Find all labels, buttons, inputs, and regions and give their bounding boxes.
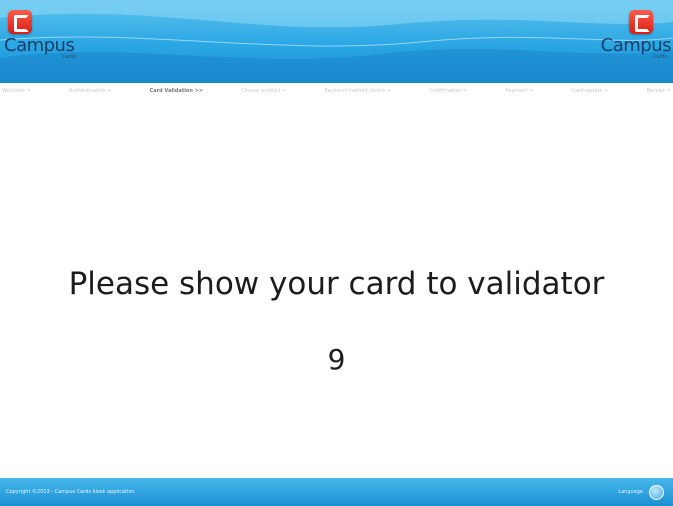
step-confirmation: Confirmation > bbox=[429, 88, 468, 94]
header-wave-decoration bbox=[0, 0, 673, 83]
step-receipt: Receipt > bbox=[646, 88, 671, 94]
logo-text: Campus bbox=[600, 35, 672, 56]
step-authentication: Authentication > bbox=[68, 88, 112, 94]
logo-text: Campus bbox=[4, 35, 75, 56]
language-link[interactable]: Language bbox=[618, 489, 643, 495]
step-card-update: Card update > bbox=[571, 88, 609, 94]
campus-logo-icon bbox=[629, 10, 653, 34]
step-payment: Payment > bbox=[505, 88, 534, 94]
validator-instruction: Please show your card to validator bbox=[68, 266, 605, 302]
step-welcome: Welcome > bbox=[2, 88, 31, 94]
step-card-validation: Card Validation >> bbox=[149, 88, 204, 94]
campus-logo-icon bbox=[8, 10, 32, 34]
step-payment-method: Payment method choice > bbox=[324, 88, 391, 94]
copyright-text: Copyright ©2013 - Campus Cards kiosk app… bbox=[6, 489, 135, 495]
globe-icon[interactable] bbox=[649, 485, 664, 500]
countdown-timer: 9 bbox=[327, 343, 346, 376]
footer-bar: Copyright ©2013 - Campus Cards kiosk app… bbox=[0, 478, 673, 506]
campus-logo-right: Campus Cards bbox=[601, 10, 673, 72]
logo-subtext: Cards bbox=[652, 54, 667, 60]
header-banner: Campus Cards Campus Cards bbox=[0, 0, 673, 83]
campus-logo-left: Campus Cards bbox=[4, 10, 76, 72]
logo-subtext: Cards bbox=[62, 54, 77, 60]
step-choose-product: Choose product > bbox=[241, 88, 287, 94]
progress-steps: Welcome > Authentication > Card Validati… bbox=[0, 84, 673, 98]
